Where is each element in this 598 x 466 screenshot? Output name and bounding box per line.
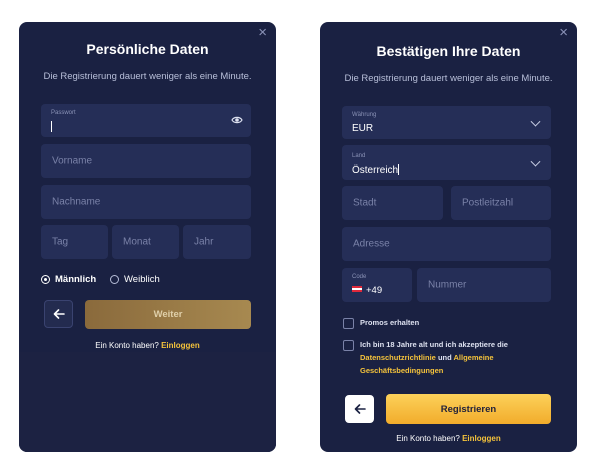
firstname-field[interactable]: Vorname — [41, 144, 251, 178]
chevron-down-icon — [530, 156, 541, 167]
code-label: Code — [352, 274, 367, 280]
radio-selected-icon[interactable] — [41, 275, 50, 284]
phone-placeholder: Nummer — [428, 279, 467, 291]
terms-link-continued[interactable]: Geschäftsbedingungen — [360, 366, 443, 375]
password-label: Passwort — [51, 110, 76, 116]
login-footer: Ein Konto haben? Einloggen — [320, 434, 577, 443]
promos-label: Promos erhalten — [360, 318, 420, 327]
phone-code-select[interactable]: Code +49 — [342, 268, 412, 302]
modal-subtitle: Die Registrierung dauert weniger als ein… — [344, 73, 553, 84]
month-placeholder: Monat — [123, 236, 151, 248]
confirm-data-modal: × Bestätigen Ihre Daten Die Registrierun… — [320, 22, 577, 452]
back-button[interactable] — [345, 395, 374, 423]
birth-day-field[interactable]: Tag — [41, 225, 108, 259]
eye-icon[interactable] — [231, 114, 243, 126]
code-value: +49 — [352, 285, 382, 296]
radio-unselected-icon[interactable] — [110, 275, 119, 284]
next-button[interactable]: Weiter — [85, 300, 251, 329]
back-button[interactable] — [44, 300, 73, 328]
promos-checkbox[interactable] — [343, 318, 354, 329]
modal-title: Bestätigen Ihre Daten — [376, 43, 521, 59]
zip-placeholder: Postleitzahl — [462, 197, 514, 209]
lastname-placeholder: Nachname — [52, 196, 101, 208]
arrow-left-icon — [53, 309, 65, 319]
year-placeholder: Jahr — [194, 236, 214, 248]
firstname-placeholder: Vorname — [52, 155, 93, 167]
login-footer: Ein Konto haben? Einloggen — [19, 341, 276, 350]
city-field[interactable]: Stadt — [342, 186, 443, 220]
terms-checkbox[interactable] — [343, 340, 354, 351]
country-label: Land — [352, 153, 366, 159]
lastname-field[interactable]: Nachname — [41, 185, 251, 219]
footer-text: Ein Konto haben? — [396, 434, 460, 443]
day-placeholder: Tag — [52, 236, 69, 248]
password-input[interactable] — [51, 121, 52, 133]
currency-select[interactable]: Währung EUR — [342, 106, 551, 139]
modal-subtitle: Die Registrierung dauert weniger als ein… — [43, 71, 252, 82]
address-placeholder: Adresse — [353, 238, 390, 250]
login-link[interactable]: Einloggen — [462, 434, 501, 443]
flag-icon — [352, 286, 362, 292]
gender-male-option[interactable]: Männlich — [41, 274, 96, 285]
terms-label: Ich bin 18 Jahre alt und ich akzeptiere … — [360, 340, 508, 375]
gender-female-label: Weiblich — [124, 274, 160, 285]
modal-title: Persönliche Daten — [86, 41, 209, 57]
currency-value: EUR — [352, 123, 374, 134]
birth-year-field[interactable]: Jahr — [183, 225, 251, 259]
password-field[interactable]: Passwort — [41, 104, 251, 137]
login-link[interactable]: Einloggen — [161, 341, 200, 350]
privacy-policy-link[interactable]: Datenschutzrichtlinie — [360, 353, 436, 362]
zip-field[interactable]: Postleitzahl — [451, 186, 551, 220]
birth-month-field[interactable]: Monat — [112, 225, 179, 259]
gender-male-label: Männlich — [55, 274, 97, 285]
phone-number-field[interactable]: Nummer — [417, 268, 551, 302]
country-select[interactable]: Land Österreich — [342, 145, 551, 180]
footer-text: Ein Konto haben? — [95, 341, 159, 350]
modal-bottom-panel — [19, 352, 276, 452]
terms-link[interactable]: Allgemeine — [454, 353, 494, 362]
currency-label: Währung — [352, 112, 377, 118]
arrow-left-icon — [354, 404, 366, 414]
gender-female-option[interactable]: Weiblich — [110, 274, 160, 285]
personal-data-modal: × Persönliche Daten Die Registrierung da… — [19, 22, 276, 452]
register-button[interactable]: Registrieren — [386, 394, 551, 424]
address-field[interactable]: Adresse — [342, 227, 551, 261]
chevron-down-icon — [530, 116, 541, 127]
close-icon[interactable]: × — [258, 25, 267, 40]
close-icon[interactable]: × — [559, 25, 568, 40]
country-value: Österreich — [352, 164, 400, 176]
city-placeholder: Stadt — [353, 197, 377, 209]
